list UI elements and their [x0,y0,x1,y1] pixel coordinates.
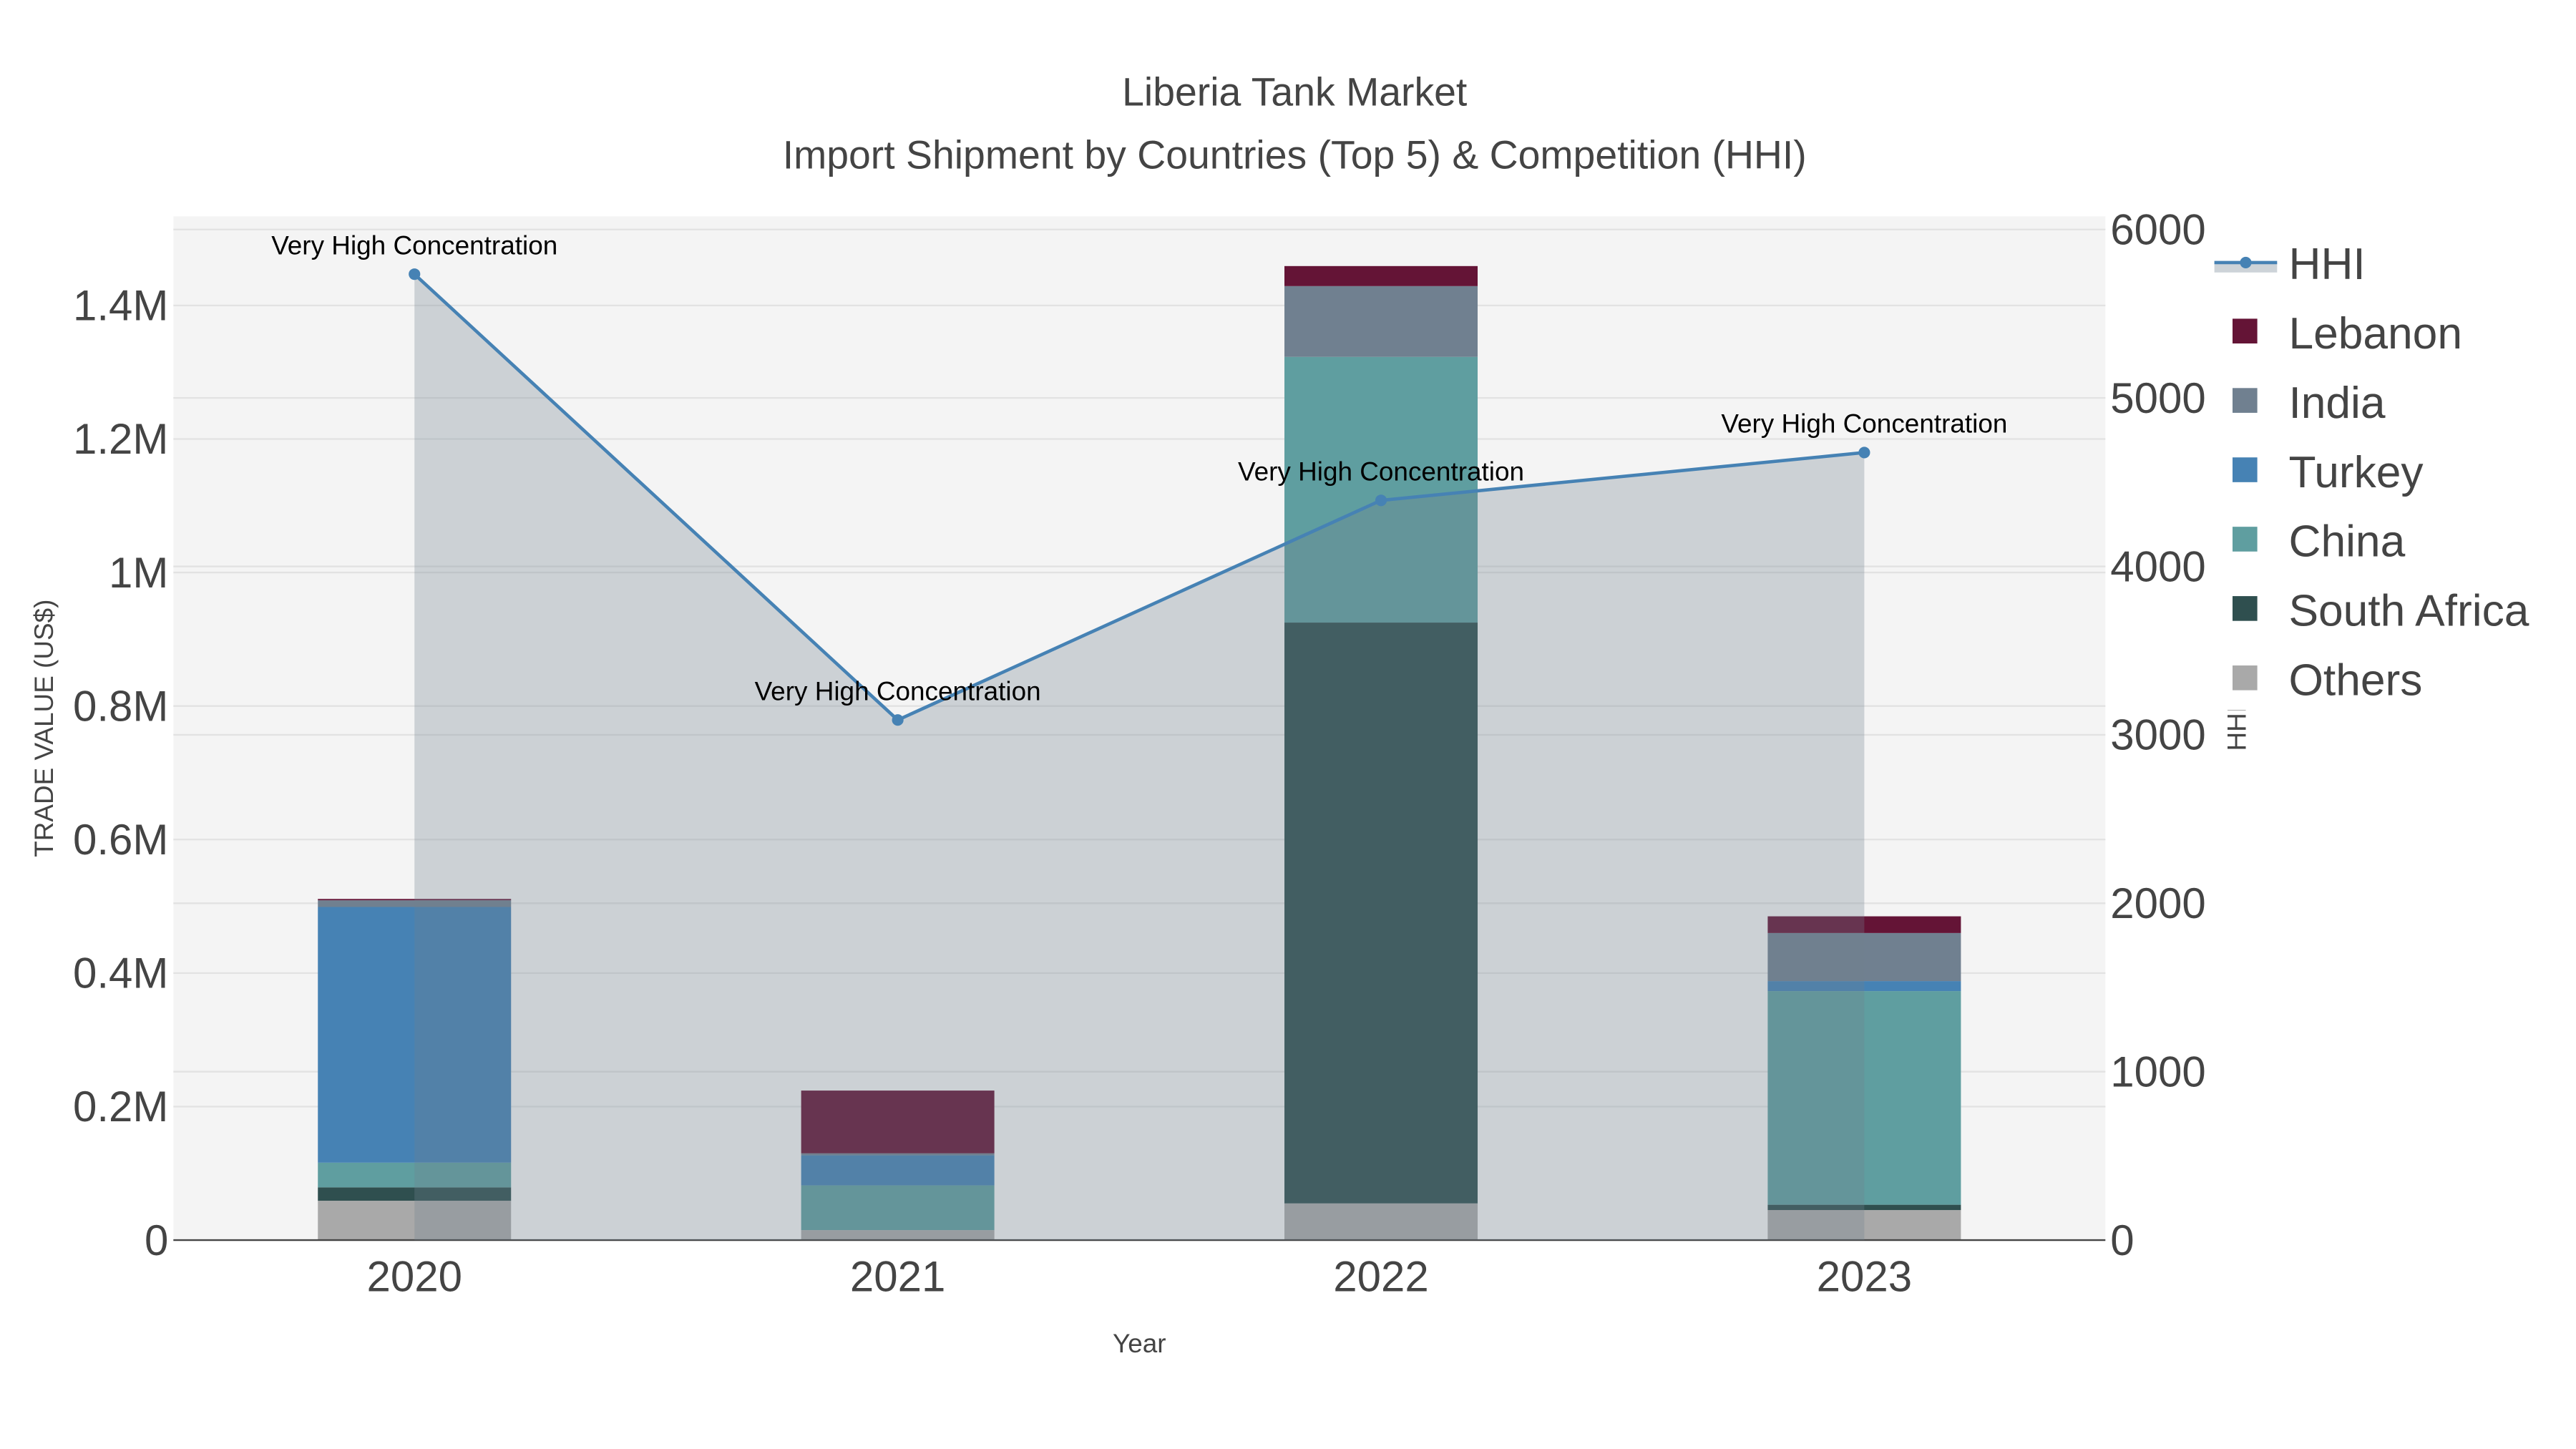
legend-label: Lebanon [2288,309,2462,358]
hhi-annotation: Very High Concentration [1238,457,1524,487]
bar-lebanon-2022 [1284,265,1478,286]
hhi-point-2020 [409,268,421,280]
legend-label: South Africa [2288,587,2529,636]
y-tick-label: 0.2M [73,1083,168,1131]
hhi-annotation: Very High Concentration [1721,409,2007,439]
hhi-point-2022 [1375,494,1387,507]
y2-tick-label: 2000 [2110,879,2205,927]
y2-tick-label: 3000 [2110,711,2205,759]
y-tick-label: 0.4M [73,950,168,997]
x-tick-label: 2023 [1817,1253,1912,1301]
y-tick-label: 0.8M [73,682,168,730]
y-tick-label: 1.2M [73,415,168,463]
legend-label: India [2288,379,2385,428]
x-tick-label: 2020 [366,1253,462,1301]
legend-swatch-india [2233,388,2258,413]
y2-tick-label: 5000 [2110,374,2205,422]
hhi-annotation: Very High Concentration [755,677,1041,706]
bar-india-2022 [1284,286,1478,357]
y2-tick-label: 1000 [2110,1048,2205,1096]
x-tick-label: 2021 [850,1253,945,1301]
y2-tick-label: 4000 [2110,542,2205,590]
y2-tick-label: 0 [2110,1216,2134,1264]
legend-swatch-south-africa [2233,596,2258,621]
y2-tick-label: 6000 [2110,206,2205,254]
chart: Liberia Tank Market Import Shipment by C… [29,70,2576,1358]
legend-swatch-hhi-marker [2240,256,2252,268]
legend-label: China [2288,517,2405,567]
legend-label: HHI [2288,240,2365,289]
y-tick-label: 0 [145,1216,168,1264]
legend-swatch-others [2233,665,2258,691]
hhi-annotation: Very High Concentration [271,230,557,260]
legend-label: Others [2288,656,2422,706]
y2-axis-title: HHI [2222,706,2251,751]
chart-subtitle: Import Shipment by Countries (Top 5) & C… [783,132,1807,177]
chart-title: Liberia Tank Market [1122,70,1467,114]
hhi-point-2023 [1858,447,1870,459]
x-axis-title: Year [1113,1329,1166,1358]
y-tick-label: 1M [109,549,168,597]
legend-label: Turkey [2288,448,2424,497]
y-axis-title: TRADE VALUE (US$) [29,600,59,857]
y-tick-label: 0.6M [73,816,168,864]
legend-swatch-china [2233,527,2258,552]
y-tick-label: 1.4M [73,282,168,330]
x-tick-label: 2022 [1333,1253,1428,1301]
legend-swatch-lebanon [2233,318,2258,343]
legend-swatch-turkey [2233,457,2258,482]
hhi-point-2021 [892,714,904,726]
